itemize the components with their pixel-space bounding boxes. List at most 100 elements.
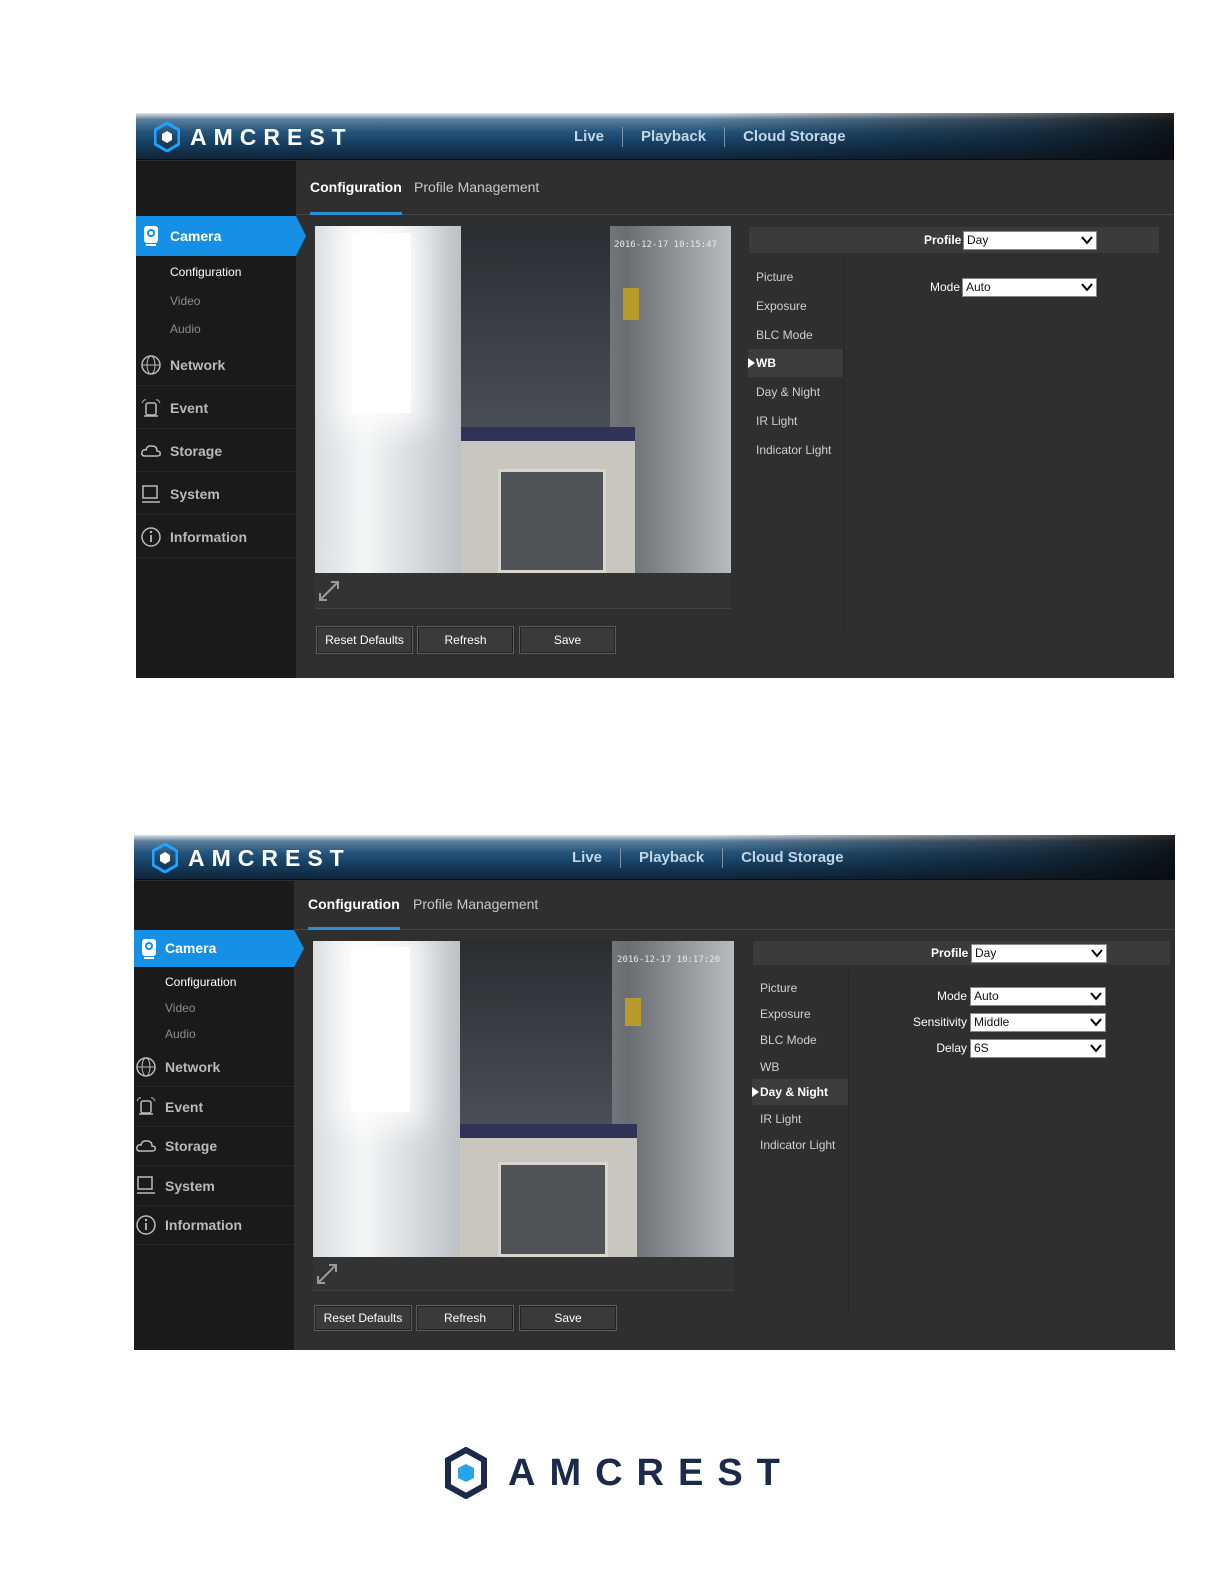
sidebar-item-network[interactable]: Network bbox=[134, 1048, 294, 1087]
chevron-down-icon bbox=[1090, 1044, 1102, 1053]
submenu-ir-light[interactable]: IR Light bbox=[760, 1112, 801, 1126]
sidebar-item-label: Information bbox=[170, 529, 247, 545]
sidebar-item-storage[interactable]: Storage bbox=[134, 1127, 294, 1166]
sidebar-item-label: System bbox=[165, 1178, 215, 1194]
submenu-wb[interactable]: WB bbox=[760, 1060, 779, 1074]
nav-playback[interactable]: Playback bbox=[623, 128, 724, 145]
sidebar-item-information[interactable]: Information bbox=[136, 516, 296, 558]
globe-icon bbox=[141, 355, 161, 375]
sidebar-sub-video[interactable]: Video bbox=[170, 294, 200, 308]
profile-bar: Profile Day bbox=[749, 227, 1159, 253]
submenu-indicator-light[interactable]: Indicator Light bbox=[760, 1138, 835, 1152]
video-toolbar bbox=[313, 1257, 734, 1291]
top-nav: Live Playback Cloud Storage bbox=[554, 835, 862, 880]
wb-mode-select[interactable]: Auto bbox=[962, 278, 1097, 297]
screenshot-day-night: AMCREST Live Playback Cloud Storage Came… bbox=[134, 835, 1175, 1350]
submenu-exposure[interactable]: Exposure bbox=[760, 1007, 811, 1021]
refresh-button[interactable]: Refresh bbox=[416, 1305, 514, 1331]
camera-icon bbox=[144, 226, 158, 246]
tab-profile-management[interactable]: Profile Management bbox=[414, 161, 539, 215]
sidebar-sub-configuration[interactable]: Configuration bbox=[165, 975, 236, 989]
sensitivity-select[interactable]: Middle bbox=[970, 1013, 1106, 1032]
sidebar-item-network[interactable]: Network bbox=[136, 344, 296, 386]
sidebar-sub-audio[interactable]: Audio bbox=[170, 322, 201, 336]
live-video-preview[interactable]: 2016-12-17 10:15:47 PC bbox=[315, 226, 731, 573]
sidebar-sub-configuration[interactable]: Configuration bbox=[170, 265, 241, 279]
info-icon bbox=[136, 1215, 156, 1235]
day-night-mode-select[interactable]: Auto bbox=[970, 987, 1106, 1006]
submenu-wb[interactable]: WB bbox=[748, 349, 843, 377]
mode-label: Mode bbox=[929, 280, 960, 294]
submenu-day-night[interactable]: Day & Night bbox=[752, 1079, 848, 1105]
config-tabs: Configuration Profile Management bbox=[294, 881, 1175, 930]
submenu-day-night[interactable]: Day & Night bbox=[756, 385, 820, 399]
alarm-icon bbox=[136, 1097, 156, 1115]
chevron-down-icon bbox=[1090, 992, 1102, 1001]
nav-playback[interactable]: Playback bbox=[621, 849, 722, 866]
video-timestamp: 2016-12-17 10:17:20 bbox=[617, 955, 720, 965]
sidebar-item-event[interactable]: Event bbox=[134, 1087, 294, 1127]
fullscreen-icon[interactable] bbox=[318, 580, 340, 602]
profile-select[interactable]: Day bbox=[963, 231, 1097, 250]
nav-live[interactable]: Live bbox=[554, 849, 620, 866]
submenu-blc-mode[interactable]: BLC Mode bbox=[756, 328, 813, 342]
amcrest-logo[interactable]: AMCREST bbox=[154, 122, 353, 152]
alarm-icon bbox=[141, 399, 161, 417]
nav-live[interactable]: Live bbox=[556, 128, 622, 145]
sidebar-item-label: Information bbox=[165, 1217, 242, 1233]
submenu-ir-light[interactable]: IR Light bbox=[756, 414, 797, 428]
sidebar-sub-audio[interactable]: Audio bbox=[165, 1027, 196, 1041]
submenu-blc-mode[interactable]: BLC Mode bbox=[760, 1033, 817, 1047]
save-button[interactable]: Save bbox=[519, 626, 616, 654]
amcrest-logo[interactable]: AMCREST bbox=[152, 843, 351, 873]
refresh-button[interactable]: Refresh bbox=[417, 626, 514, 654]
mode-label: Mode bbox=[936, 989, 967, 1003]
profile-bar: Profile Day bbox=[753, 941, 1170, 965]
sidebar-item-storage[interactable]: Storage bbox=[136, 430, 296, 472]
chevron-down-icon bbox=[1081, 283, 1093, 292]
amcrest-logo-icon bbox=[152, 843, 178, 873]
screenshot-wb: AMCREST Live Playback Cloud Storage Came… bbox=[136, 113, 1174, 678]
nav-cloud-storage[interactable]: Cloud Storage bbox=[725, 128, 864, 145]
sidebar: Camera Configuration Video Audio Network… bbox=[134, 881, 304, 1350]
sidebar: Camera Configuration Video Audio Network… bbox=[136, 161, 306, 678]
sidebar-item-system[interactable]: System bbox=[134, 1166, 294, 1206]
sidebar-item-label: Network bbox=[165, 1059, 221, 1075]
brand-name: AMCREST bbox=[508, 1451, 794, 1494]
profile-select[interactable]: Day bbox=[971, 944, 1107, 963]
fullscreen-icon[interactable] bbox=[316, 1263, 338, 1285]
top-header: AMCREST Live Playback Cloud Storage bbox=[134, 835, 1175, 880]
reset-defaults-button[interactable]: Reset Defaults bbox=[314, 1305, 412, 1331]
save-button[interactable]: Save bbox=[519, 1305, 617, 1331]
image-settings-menu: Picture Exposure BLC Mode WB Day & Night… bbox=[748, 256, 844, 634]
sidebar-item-information[interactable]: Information bbox=[134, 1206, 294, 1245]
live-video-preview[interactable]: 2016-12-17 10:17:20 PC bbox=[313, 941, 734, 1257]
submenu-exposure[interactable]: Exposure bbox=[756, 299, 807, 313]
sidebar-item-event[interactable]: Event bbox=[136, 387, 296, 429]
footer-brand-logo: AMCREST bbox=[444, 1447, 794, 1499]
sidebar-item-label: Camera bbox=[170, 228, 222, 244]
sidebar-sub-video[interactable]: Video bbox=[165, 1001, 195, 1015]
nav-cloud-storage[interactable]: Cloud Storage bbox=[723, 849, 862, 866]
submenu-indicator-light[interactable]: Indicator Light bbox=[756, 443, 831, 457]
config-tabs: Configuration Profile Management bbox=[296, 161, 1174, 215]
chevron-down-icon bbox=[1091, 949, 1103, 958]
submenu-picture[interactable]: Picture bbox=[760, 981, 797, 995]
sidebar-item-system[interactable]: System bbox=[136, 473, 296, 515]
camera-tag: PC bbox=[325, 550, 337, 559]
cloud-icon bbox=[141, 445, 161, 457]
sidebar-item-label: Storage bbox=[165, 1138, 218, 1154]
tab-configuration[interactable]: Configuration bbox=[310, 161, 402, 215]
sidebar-item-label: Network bbox=[170, 357, 226, 373]
delay-select[interactable]: 6S bbox=[970, 1039, 1106, 1058]
sidebar-item-label: Event bbox=[165, 1099, 204, 1115]
brand-name: AMCREST bbox=[188, 844, 351, 871]
sidebar-item-camera[interactable]: Camera bbox=[134, 930, 304, 967]
reset-defaults-button[interactable]: Reset Defaults bbox=[316, 626, 413, 654]
tab-profile-management[interactable]: Profile Management bbox=[413, 881, 538, 930]
submenu-picture[interactable]: Picture bbox=[756, 270, 793, 284]
sidebar-item-label: Camera bbox=[165, 940, 217, 956]
active-arrow-icon bbox=[752, 1087, 759, 1097]
tab-configuration[interactable]: Configuration bbox=[308, 881, 400, 930]
sidebar-item-camera[interactable]: Camera bbox=[136, 216, 306, 256]
